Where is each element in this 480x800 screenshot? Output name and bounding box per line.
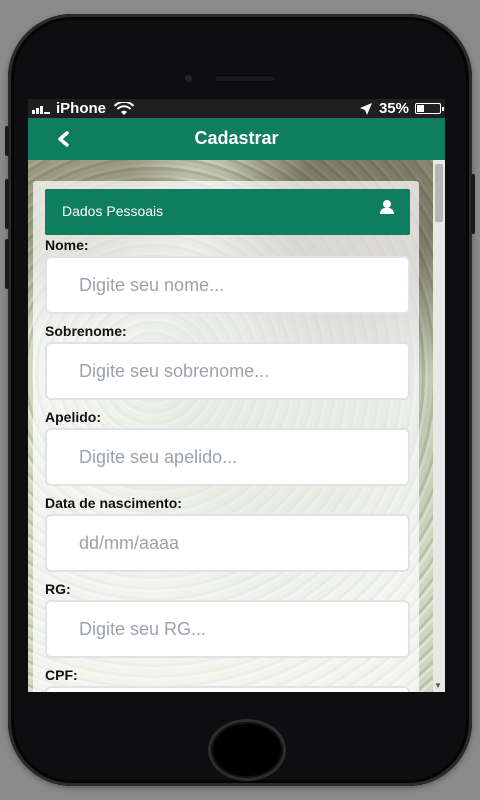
label-nome: Nome:: [45, 237, 89, 253]
sobrenome-input[interactable]: [45, 342, 410, 400]
home-button[interactable]: [208, 719, 286, 781]
apelido-input[interactable]: [45, 428, 410, 486]
label-cpf: CPF:: [45, 667, 78, 683]
mute-switch: [5, 126, 9, 156]
page-title: Cadastrar: [194, 128, 279, 148]
status-bar: iPhone 35%: [28, 99, 445, 118]
label-data-nascimento: Data de nascimento:: [45, 495, 182, 511]
label-apelido: Apelido:: [45, 409, 101, 425]
scroll-down-arrow-icon[interactable]: ▼: [434, 681, 442, 690]
location-arrow-icon: [359, 102, 372, 115]
power-button: [471, 174, 475, 234]
front-camera: [184, 74, 193, 83]
screen: iPhone 35% Cadastrar Dados Pessoais Nome…: [28, 99, 445, 692]
app-bar: Cadastrar: [28, 118, 445, 160]
scrollbar[interactable]: ▼: [433, 160, 445, 692]
signal-icon: [32, 105, 50, 114]
label-rg: RG:: [45, 581, 71, 597]
carrier-name: iPhone: [56, 100, 107, 117]
wifi-icon: [114, 101, 135, 115]
nome-input[interactable]: [45, 256, 410, 314]
data-nascimento-input[interactable]: [45, 514, 410, 572]
form-card: Dados Pessoais Nome: Sobrenome: Apelido:…: [33, 181, 419, 692]
battery-icon: [415, 103, 444, 114]
label-sobrenome: Sobrenome:: [45, 323, 127, 339]
volume-up-button: [5, 179, 9, 229]
scrollbar-thumb[interactable]: [435, 164, 443, 222]
earpiece-speaker: [214, 75, 276, 82]
battery-fill: [417, 105, 424, 112]
cpf-input[interactable]: [45, 686, 410, 692]
battery-percent: 35%: [378, 100, 409, 117]
section-title: Dados Pessoais: [62, 203, 164, 219]
section-header-personal-data: Dados Pessoais: [45, 189, 410, 235]
user-icon: [380, 200, 394, 214]
volume-down-button: [5, 239, 9, 289]
rg-input[interactable]: [45, 600, 410, 658]
